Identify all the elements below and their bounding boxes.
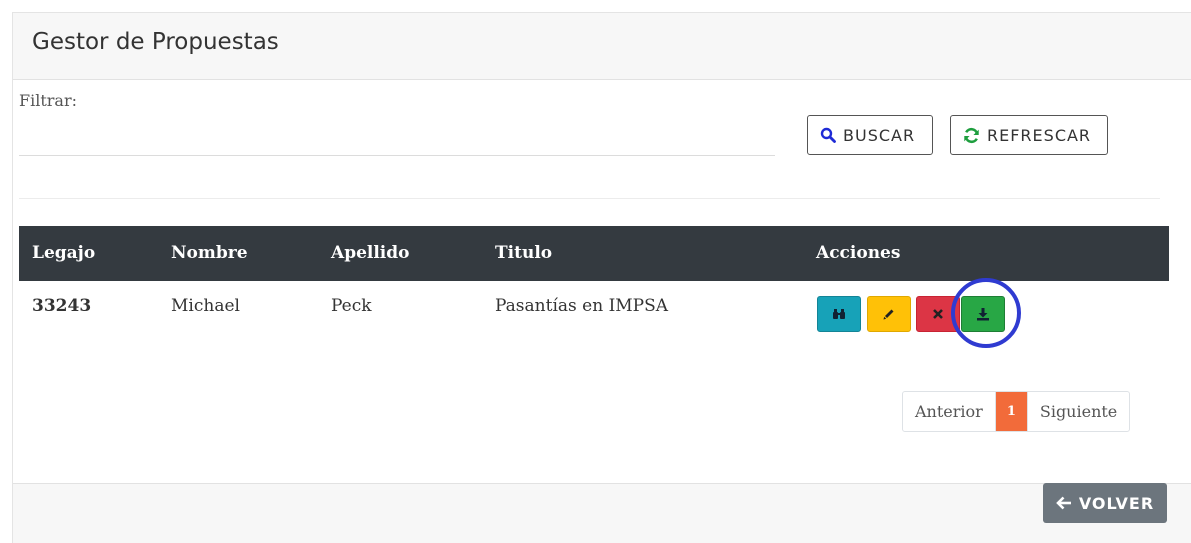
column-header-acciones: Acciones (816, 243, 901, 263)
back-button[interactable]: VOLVER (1043, 483, 1167, 523)
cell-apellido: Peck (331, 296, 372, 316)
view-button[interactable] (817, 296, 861, 332)
arrow-left-icon (1055, 496, 1071, 510)
cell-titulo: Pasantías en IMPSA (495, 296, 669, 316)
refresh-icon (964, 127, 979, 143)
pagination: Anterior 1 Siguiente (902, 391, 1131, 432)
pagination-current-page[interactable]: 1 (995, 392, 1027, 431)
table-header: Legajo Nombre Apellido Titulo Acciones (19, 226, 1169, 281)
column-header-legajo: Legajo (32, 243, 96, 263)
pencil-icon (883, 309, 894, 320)
binoculars-icon (833, 309, 845, 319)
edit-button[interactable] (867, 296, 911, 332)
highlight-circle (951, 278, 1021, 348)
card-header: Gestor de Propuestas (13, 13, 1191, 80)
cell-nombre: Michael (171, 296, 240, 316)
refresh-button-label: REFRESCAR (987, 125, 1092, 145)
pagination-next[interactable]: Siguiente (1026, 392, 1129, 431)
divider (19, 198, 1160, 199)
filter-label: Filtrar: (19, 91, 77, 110)
refresh-button[interactable]: REFRESCAR (950, 115, 1108, 155)
search-button-label: BUSCAR (843, 125, 916, 145)
cell-legajo: 33243 (32, 296, 92, 316)
search-icon (820, 127, 836, 143)
column-header-nombre: Nombre (171, 243, 248, 263)
pagination-previous[interactable]: Anterior (903, 392, 996, 431)
card-footer (13, 483, 1191, 543)
search-button[interactable]: BUSCAR (807, 115, 933, 155)
close-icon (933, 309, 943, 319)
column-header-titulo: Titulo (495, 243, 553, 263)
column-header-apellido: Apellido (331, 243, 410, 263)
filter-input[interactable] (19, 118, 775, 156)
back-button-label: VOLVER (1078, 493, 1155, 513)
page-title: Gestor de Propuestas (32, 29, 279, 55)
